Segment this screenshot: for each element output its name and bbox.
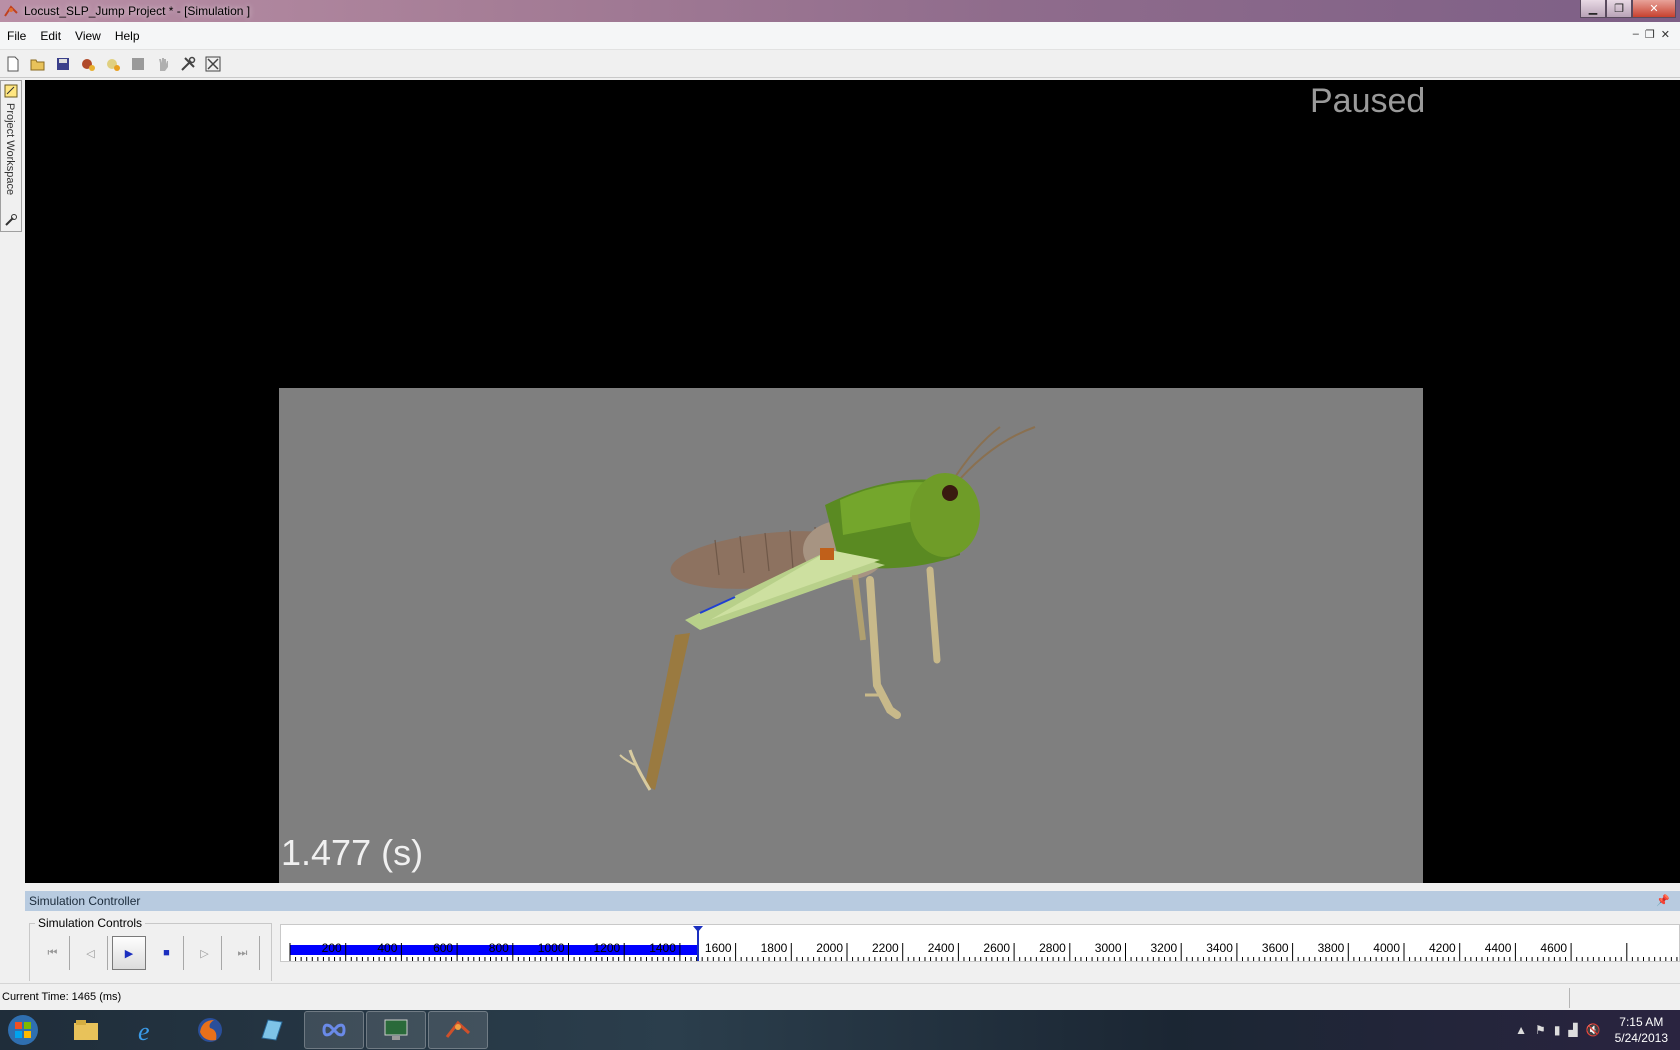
timeline-playhead-handle[interactable]: [693, 926, 704, 932]
menu-edit[interactable]: Edit: [33, 29, 68, 43]
project-workspace-tab[interactable]: Project Workspace: [0, 80, 22, 232]
timeline-tick-label: 3200: [1150, 941, 1177, 955]
monitor-app-icon[interactable]: [366, 1011, 426, 1049]
animatlab-icon[interactable]: [428, 1011, 488, 1049]
infinity-app-icon[interactable]: [304, 1011, 364, 1049]
pin-icon[interactable]: 📌: [1656, 894, 1670, 907]
internet-explorer-icon[interactable]: e: [118, 1011, 178, 1049]
add-structure-icon[interactable]: [104, 55, 122, 73]
tools-icon[interactable]: [179, 55, 197, 73]
menu-view[interactable]: View: [68, 29, 108, 43]
timeline-tick-label: 1000: [538, 941, 565, 955]
windows-explorer-icon[interactable]: [56, 1011, 116, 1049]
simulation-controls-group: Simulation Controls ⏮ ◁ ▶ ■ ▷ ⏭: [29, 916, 272, 981]
menu-file[interactable]: File: [0, 29, 33, 43]
current-time-status: Current Time: 1465 (ms): [2, 991, 122, 1003]
timeline-tick-label: 1800: [761, 941, 788, 955]
toolbar: [0, 50, 1680, 78]
to-end-button[interactable]: ⏭: [226, 936, 260, 970]
app-icon: [4, 5, 18, 17]
timeline-tick-label: 1400: [649, 941, 676, 955]
step-back-button[interactable]: ◁: [74, 936, 108, 970]
title-bar: Locust_SLP_Jump Project * - [Simulation …: [0, 0, 1680, 22]
timeline-tick-label: 2800: [1039, 941, 1066, 955]
add-organism-icon[interactable]: [79, 55, 97, 73]
simulation-timeline[interactable]: 200 400 600 800 1000 1200 1400 1600 1800 2000 2200…: [280, 924, 1680, 962]
sim-controller-title: Simulation Controller: [29, 894, 141, 908]
close-window-icon[interactable]: [204, 55, 222, 73]
timeline-tick-label: 1600: [705, 941, 732, 955]
svg-text:e: e: [138, 1017, 150, 1044]
timeline-tick-label: 3800: [1318, 941, 1345, 955]
open-icon[interactable]: [29, 55, 47, 73]
firefox-icon[interactable]: [180, 1011, 240, 1049]
timeline-tick-label: 3000: [1095, 941, 1122, 955]
windows-logo-icon: [8, 1015, 38, 1045]
step-forward-button[interactable]: ▷: [188, 936, 222, 970]
timeline-tick-label: 4000: [1373, 941, 1400, 955]
sim-controller-header: Simulation Controller 📌: [25, 891, 1680, 911]
start-button[interactable]: [0, 1010, 46, 1050]
stop-button[interactable]: ■: [150, 936, 184, 970]
wrench-icon: [5, 214, 17, 226]
status-bar: Current Time: 1465 (ms): [0, 983, 1680, 1010]
timeline-tick-label: 2000: [816, 941, 843, 955]
timeline-tick-label: 2600: [983, 941, 1010, 955]
simulation-controller-panel: Simulation Controller 📌 Simulation Contr…: [25, 891, 1680, 981]
simulation-controls-label: Simulation Controls: [35, 916, 146, 930]
clock[interactable]: 7:15 AM 5/24/2013: [1615, 1014, 1668, 1046]
network-icon[interactable]: ▟: [1568, 1023, 1577, 1037]
timeline-tick-label: 400: [377, 941, 397, 955]
timeline-tick-label: 800: [489, 941, 509, 955]
clock-time: 7:15 AM: [1619, 1015, 1664, 1029]
timeline-tick-label: 4600: [1540, 941, 1567, 955]
new-icon[interactable]: [4, 55, 22, 73]
simulation-viewport[interactable]: Paused 1.477 (s): [25, 80, 1680, 883]
hand-icon: [154, 55, 172, 73]
action-center-icon[interactable]: ⚑: [1535, 1023, 1546, 1037]
restore-button[interactable]: ❐: [1606, 0, 1632, 18]
system-tray: ▲ ⚑ ▮ ▟ 🔇 7:15 AM 5/24/2013: [1515, 1010, 1668, 1050]
workspace-icon: [4, 84, 18, 98]
timeline-tick-label: 2400: [928, 941, 955, 955]
menu-help[interactable]: Help: [108, 29, 147, 43]
status-divider: [1569, 988, 1570, 1008]
mdi-restore-button[interactable]: ❐: [1645, 28, 1655, 41]
menu-bar: File Edit View Help – ❐ ✕: [0, 22, 1680, 50]
stop-sim-icon: [129, 55, 147, 73]
timeline-tick-label: 600: [433, 941, 453, 955]
taskbar: e ▲ ⚑ ▮ ▟ 🔇 7:15 AM 5/24/2013: [0, 1010, 1680, 1050]
to-start-button[interactable]: ⏮: [36, 936, 70, 970]
timeline-tick-label: 3600: [1262, 941, 1289, 955]
sim-time-readout: 1.477 (s): [281, 832, 424, 873]
timeline-tick-label: 4200: [1429, 941, 1456, 955]
mdi-close-button[interactable]: ✕: [1661, 28, 1670, 41]
minimize-button[interactable]: ▁: [1580, 0, 1606, 18]
volume-muted-icon[interactable]: 🔇: [1586, 1023, 1601, 1037]
locust-model: [619, 426, 1036, 791]
paused-status: Paused: [1310, 82, 1426, 120]
play-button[interactable]: ▶: [112, 936, 146, 970]
mdi-minimize-button[interactable]: –: [1633, 28, 1639, 41]
power-icon[interactable]: ▮: [1554, 1023, 1561, 1037]
timeline-tick-label: 200: [322, 941, 342, 955]
timeline-ruler: 200 400 600 800 1000 1200 1400 1600 1800 2000 2200…: [289, 926, 1678, 961]
save-icon[interactable]: [54, 55, 72, 73]
clock-date: 5/24/2013: [1614, 1031, 1668, 1045]
close-button[interactable]: ✕: [1632, 0, 1676, 18]
timeline-tick-label: 3400: [1206, 941, 1233, 955]
window-title: Locust_SLP_Jump Project * - [Simulation …: [24, 4, 251, 18]
timeline-tick-label: 1200: [593, 941, 620, 955]
app-icon[interactable]: [242, 1011, 302, 1049]
timeline-tick-label: 2200: [872, 941, 899, 955]
project-workspace-label: Project Workspace: [4, 103, 16, 196]
tray-expand-icon[interactable]: ▲: [1515, 1023, 1527, 1037]
timeline-tick-label: 4400: [1485, 941, 1512, 955]
